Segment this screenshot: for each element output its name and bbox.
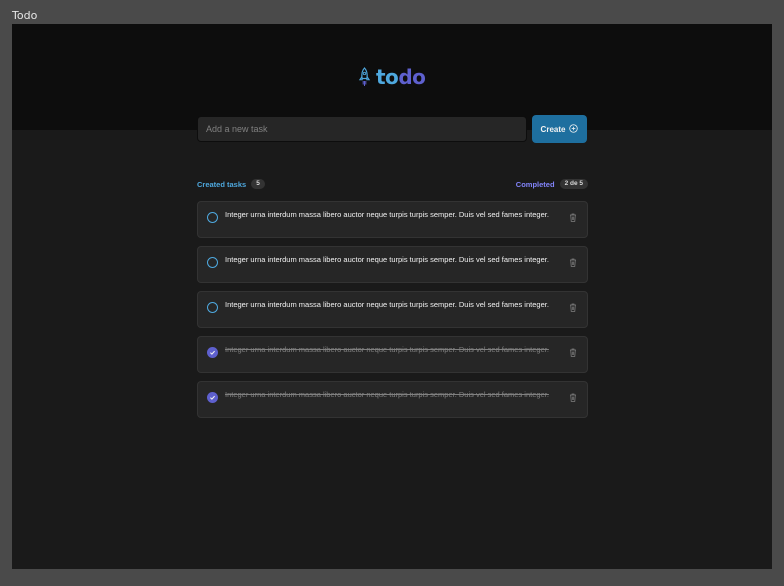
new-task-input[interactable]: [197, 116, 527, 142]
create-button-label: Create: [540, 124, 566, 134]
created-counter: Created tasks 5: [197, 179, 265, 189]
completed-counter: Completed 2 de 5: [516, 179, 588, 189]
task-checkbox-checked[interactable]: [207, 347, 218, 358]
create-button[interactable]: Create: [532, 115, 587, 143]
task-checkbox[interactable]: [207, 257, 218, 268]
trash-icon[interactable]: [568, 302, 578, 313]
task-checkbox[interactable]: [207, 302, 218, 313]
trash-icon[interactable]: [568, 257, 578, 268]
task-text: Integer urna interdum massa libero aucto…: [225, 390, 549, 399]
task-text: Integer urna interdum massa libero aucto…: [225, 300, 549, 309]
trash-icon[interactable]: [568, 347, 578, 358]
task-counters: Created tasks 5 Completed 2 de 5: [197, 178, 588, 190]
logo-text-to: to: [376, 65, 399, 89]
created-tasks-label: Created tasks: [197, 179, 247, 189]
task-checkbox[interactable]: [207, 212, 218, 223]
todo-app: todo Create Created tasks 5 Completed 2 …: [12, 24, 772, 569]
completed-tasks-label: Completed: [515, 179, 555, 189]
header: todo: [12, 24, 772, 130]
plus-circle-icon: [569, 123, 579, 135]
task-item: Integer urna interdum massa libero aucto…: [197, 381, 588, 418]
check-icon: [210, 350, 215, 355]
window-title: Todo: [12, 9, 38, 22]
task-item: Integer urna interdum massa libero aucto…: [197, 246, 588, 283]
new-task-form: Create: [197, 115, 588, 144]
trash-icon[interactable]: [568, 392, 578, 403]
task-checkbox-checked[interactable]: [207, 392, 218, 403]
logo: todo: [358, 65, 426, 89]
check-icon: [210, 395, 215, 400]
task-item: Integer urna interdum massa libero aucto…: [197, 291, 588, 328]
task-text: Integer urna interdum massa libero aucto…: [225, 255, 549, 264]
task-list: Integer urna interdum massa libero aucto…: [197, 201, 588, 418]
logo-text-do: do: [398, 65, 426, 89]
task-item: Integer urna interdum massa libero aucto…: [197, 201, 588, 238]
created-count-badge: 5: [251, 179, 265, 189]
task-item: Integer urna interdum massa libero aucto…: [197, 336, 588, 373]
logo-text: todo: [376, 65, 426, 89]
rocket-icon: [358, 67, 371, 87]
task-text: Integer urna interdum massa libero aucto…: [225, 210, 549, 219]
completed-count-badge: 2 de 5: [559, 179, 588, 189]
task-text: Integer urna interdum massa libero aucto…: [225, 345, 549, 354]
trash-icon[interactable]: [568, 212, 578, 223]
